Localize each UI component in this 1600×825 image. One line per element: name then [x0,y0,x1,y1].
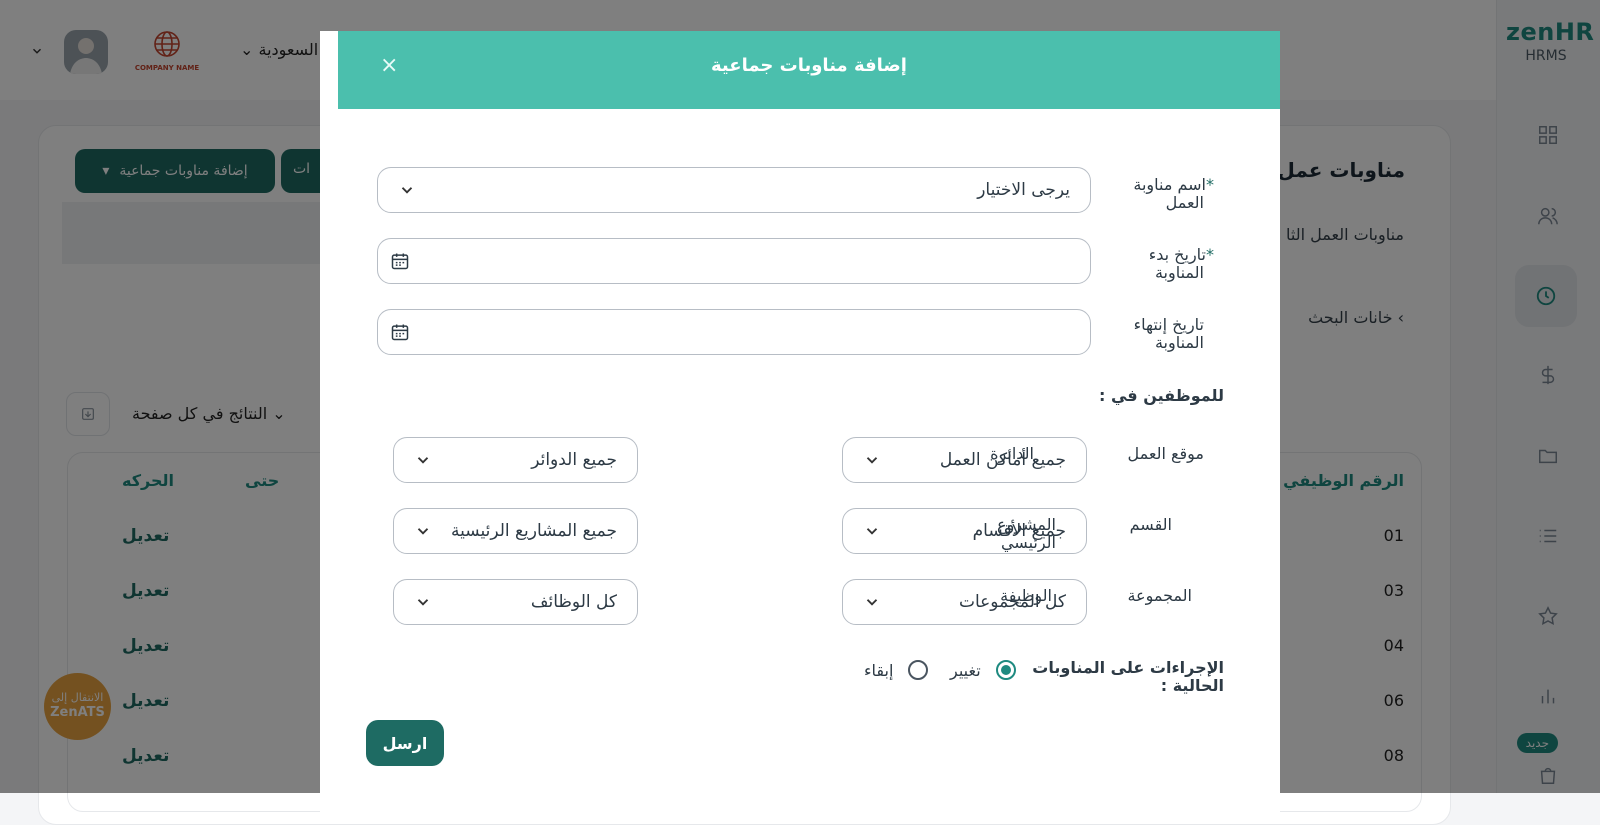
radio-change[interactable] [996,660,1016,680]
department-select[interactable]: جميع الدوائر [393,437,638,483]
chevron-down-icon [417,528,429,535]
department-label: الدائرة [990,444,1034,463]
close-icon[interactable]: × [380,55,398,77]
start-date-label-line1: تاريخ بدء [1148,245,1206,264]
main-project-label-line1: المشروع [997,515,1056,534]
shift-name-value: يرجى الاختيار [977,180,1070,200]
employees-section-label: للموظفين في : [1098,386,1224,405]
modal-title: إضافة مناوبات جماعية [711,55,907,76]
main-project-label: المشروع الرئيسي [997,516,1056,552]
end-date-label-line1: تاريخ إنتهاء [1133,315,1204,334]
bulk-shifts-modal: إضافة مناوبات جماعية × *اسم مناوبة العمل… [320,31,1280,821]
start-date-input[interactable] [377,238,1091,284]
modal-header: إضافة مناوبات جماعية × [338,31,1280,109]
job-value: كل الوظائف [530,592,617,612]
chevron-down-icon [417,457,429,464]
job-select[interactable]: كل الوظائف [393,579,638,625]
shift-name-select[interactable]: يرجى الاختيار [377,167,1091,213]
shift-name-label-line1: اسم مناوبة [1133,175,1206,194]
end-date-label-line2: المناوبة [1154,333,1204,352]
main-project-value: جميع المشاريع الرئيسية [451,521,617,541]
radio-keep-label[interactable]: إبقاء [864,661,893,680]
chevron-down-icon [866,599,878,606]
required-marker: * [1206,245,1214,264]
calendar-icon[interactable] [390,322,410,342]
radio-change-label[interactable]: تغيير [950,661,981,680]
chevron-down-icon [417,599,429,606]
job-label: الوظيفة [1000,586,1052,605]
existing-shifts-action-line2: الحالية : [1160,676,1224,695]
work-location-select[interactable]: جميع أماكن العمل [842,437,1087,483]
chevron-down-icon [401,187,413,194]
work-location-label: موقع العمل [1127,444,1205,463]
main-project-label-line2: الرئيسي [1000,533,1056,552]
radio-keep[interactable] [908,660,928,680]
chevron-down-icon [866,457,878,464]
section-label: القسم [1129,515,1172,534]
start-date-label: *تاريخ بدء المناوبة [1149,246,1214,282]
existing-shifts-action-line1: الإجراءات على المناوبات [1032,658,1224,677]
department-value: جميع الدوائر [531,450,617,470]
end-date-label: تاريخ إنتهاء المناوبة [1134,316,1204,352]
group-label: المجموعة [1127,586,1192,605]
end-date-input[interactable] [377,309,1091,355]
submit-button[interactable]: ارسل [366,720,444,766]
required-marker: * [1206,175,1214,194]
main-project-select[interactable]: جميع المشاريع الرئيسية [393,508,638,554]
chevron-down-icon [866,528,878,535]
calendar-icon[interactable] [390,251,410,271]
shift-name-label: *اسم مناوبة العمل [1133,176,1214,212]
existing-shifts-action-label: الإجراءات على المناوبات الحالية : [1032,659,1224,695]
start-date-label-line2: المناوبة [1154,263,1204,282]
shift-name-label-line2: العمل [1165,193,1204,212]
